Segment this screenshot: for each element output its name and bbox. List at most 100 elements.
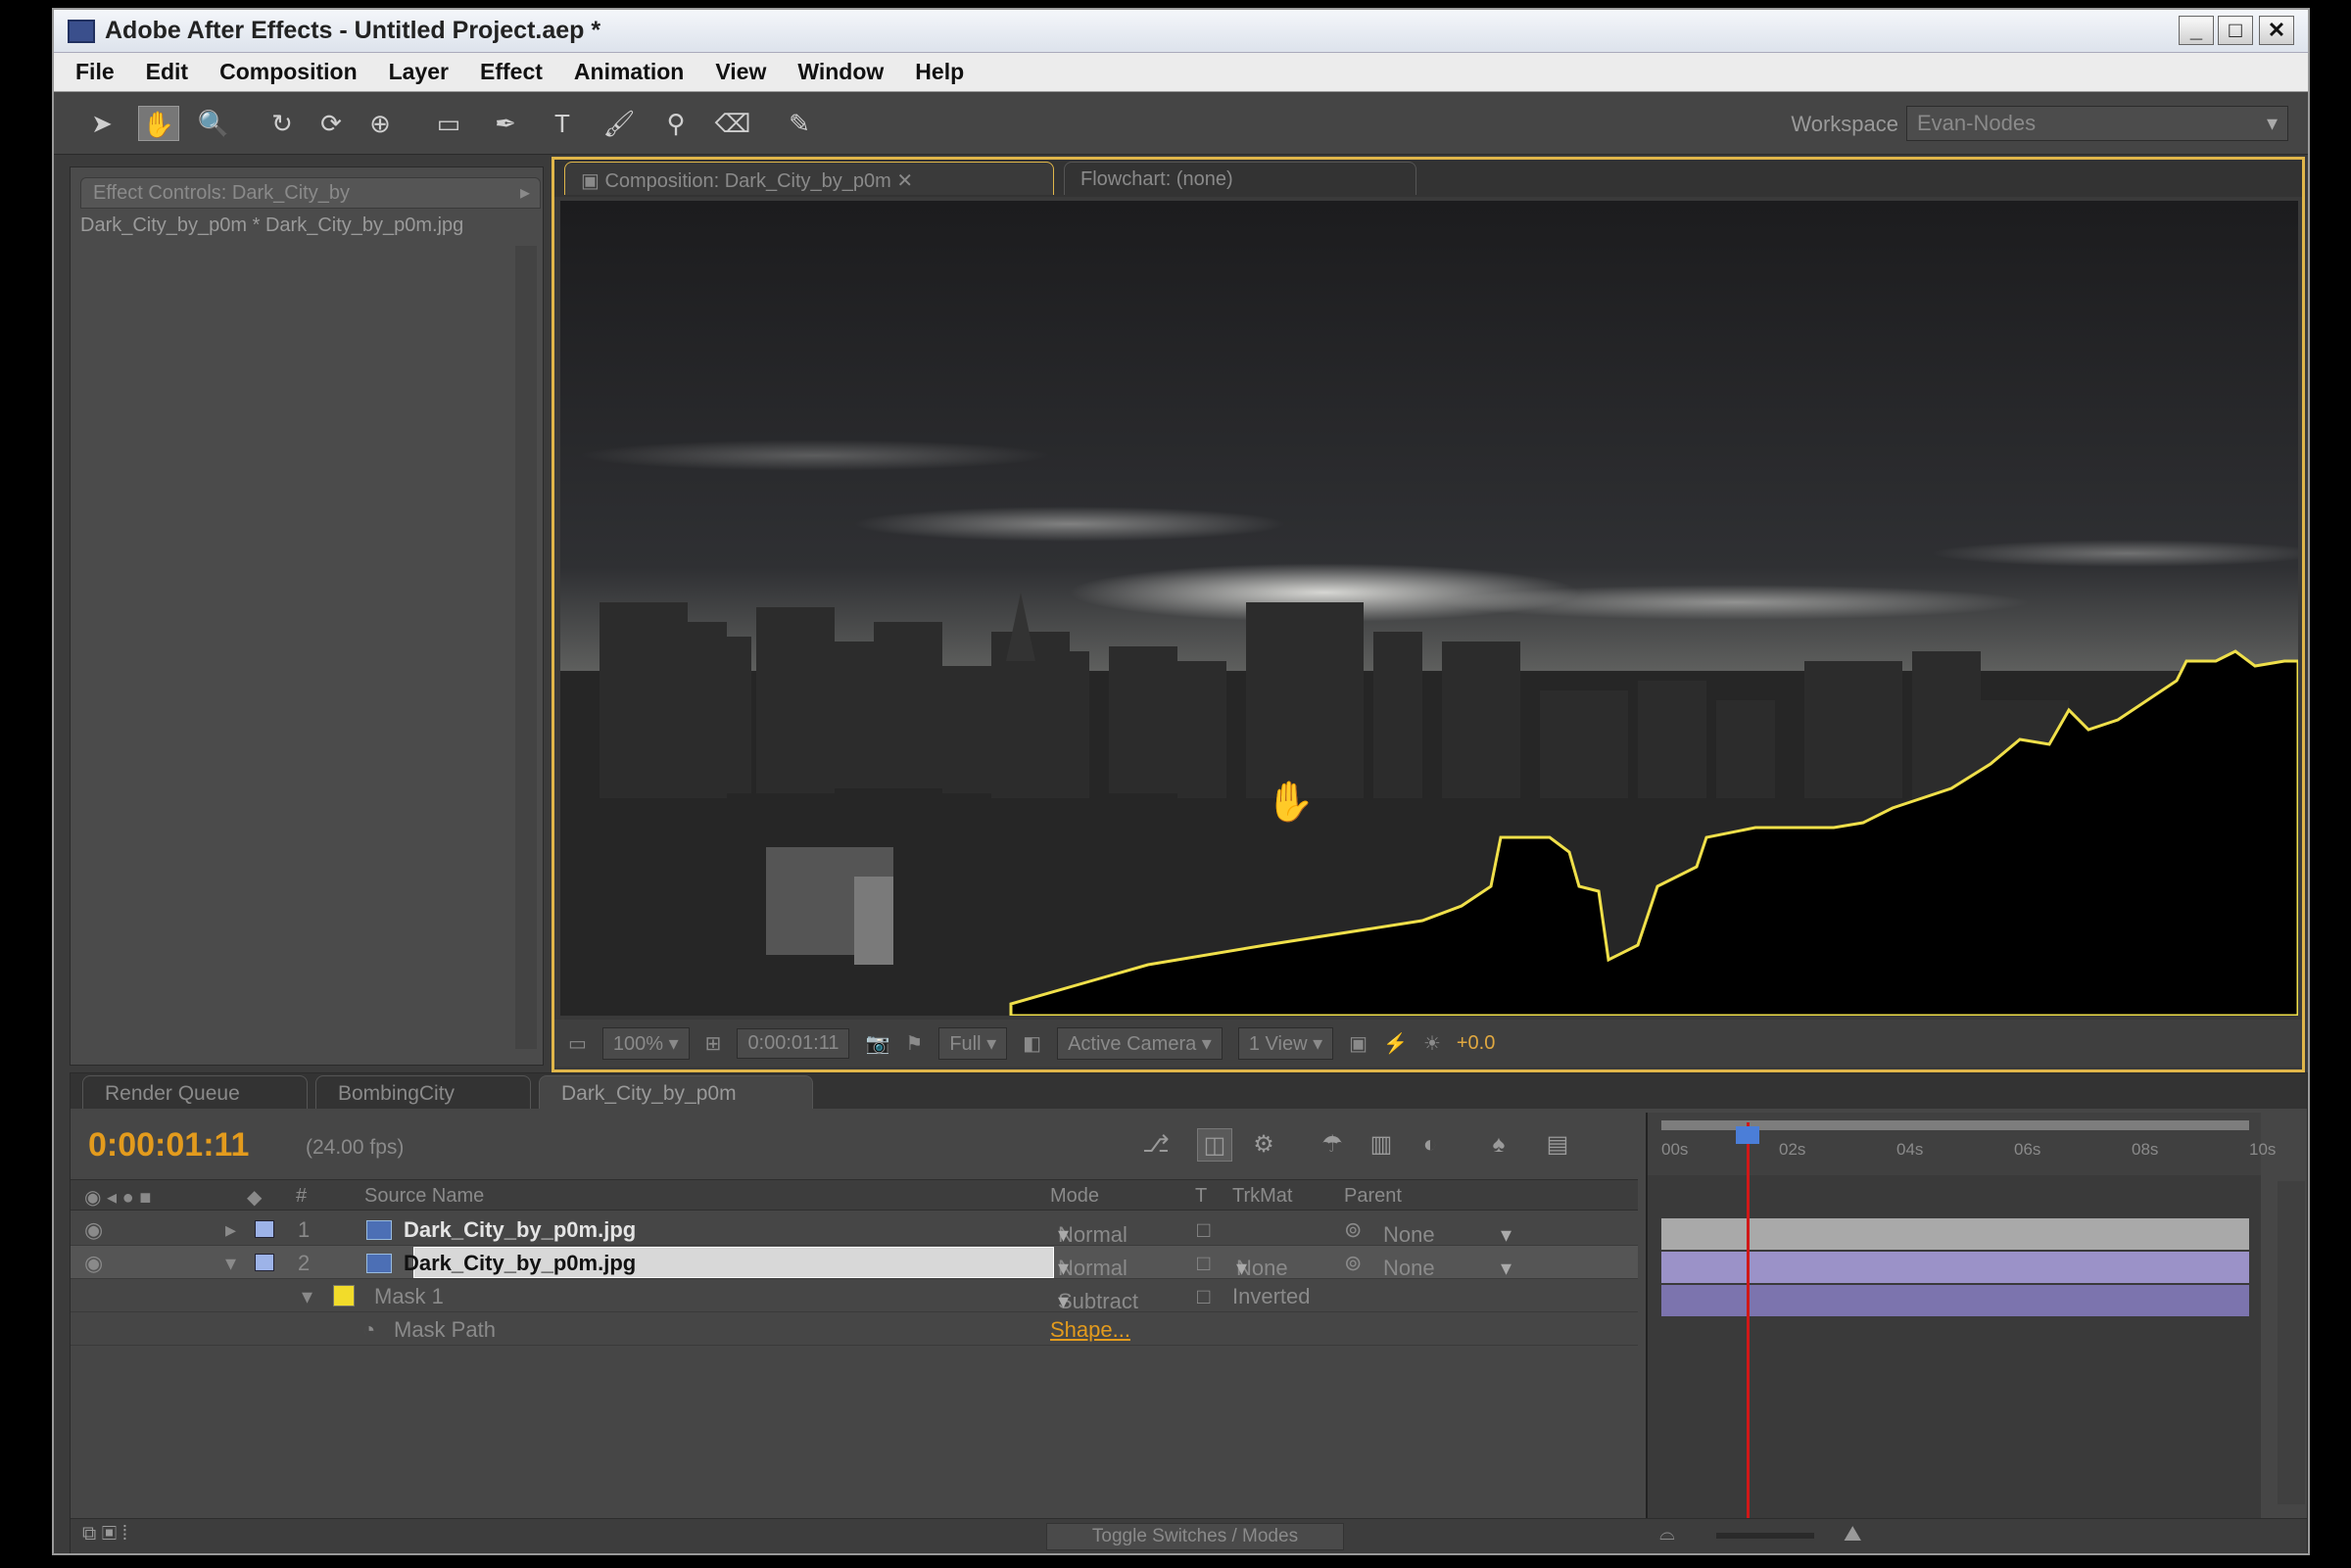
snapshot-icon[interactable]: 📷 [865,1031,889,1056]
rotation-tool-icon[interactable]: ↻ [262,106,303,141]
graph-editor-icon[interactable]: ▤ [1540,1128,1575,1162]
always-preview-icon[interactable]: ▭ [568,1031,587,1056]
menu-view[interactable]: View [715,59,766,85]
motion-blur-icon[interactable]: ◐ [1413,1128,1448,1162]
viewer-timecode[interactable]: 0:00:01:11 [737,1027,850,1059]
workspace-select[interactable]: Evan-Nodes ▾ [1906,106,2288,141]
camera-select[interactable]: Active Camera ▾ [1057,1026,1223,1060]
layer-1-duration-bar[interactable] [1661,1252,2249,1283]
menu-edit[interactable]: Edit [146,59,188,85]
tab-flowchart[interactable]: Flowchart: (none) [1064,162,1416,195]
tab-render-queue[interactable]: Render Queue [82,1075,308,1109]
minimize-button[interactable]: _ [2179,16,2214,45]
zoom-out-icon[interactable]: ⌓ [1659,1523,1675,1545]
resolution-select[interactable]: Full ▾ [938,1026,1008,1060]
toggle-pixel-aspect-icon[interactable]: ▣ [1349,1031,1367,1056]
preserve-transparency-checkbox[interactable]: □ [1197,1217,1210,1243]
chevron-down-icon: ▾ [2266,111,2278,135]
video-switch-icon[interactable]: ◉ [84,1217,103,1243]
fast-previews-icon[interactable]: ⚡ [1383,1031,1408,1056]
orbit-camera-tool-icon[interactable]: ⟳ [311,106,352,141]
maximize-button[interactable]: □ [2218,16,2253,45]
hand-tool-icon[interactable]: ✋ [138,106,179,141]
expand-layer-icon[interactable]: ▸ [225,1217,236,1243]
chevron-down-icon: ▾ [1501,1256,1512,1280]
pen-tool-icon[interactable]: ✒ [485,106,526,141]
show-channel-icon[interactable]: ⚑ [905,1031,923,1056]
effect-controls-scrollbar[interactable] [515,246,537,1049]
collapse-layer-icon[interactable]: ▾ [225,1251,236,1276]
puppet-pin-tool-icon[interactable]: ✎ [779,106,820,141]
collapse-mask-icon[interactable]: ▾ [302,1284,312,1309]
rectangle-mask-tool-icon[interactable]: ▭ [428,106,469,141]
menu-window[interactable]: Window [797,59,884,85]
menu-composition[interactable]: Composition [219,59,358,85]
mask-inverted-checkbox[interactable]: □ [1197,1284,1210,1309]
zoom-in-icon[interactable]: ⛰ [1844,1521,1861,1546]
brainstorm-icon[interactable]: ♠ [1481,1128,1516,1162]
tab-composition[interactable]: ▣ Composition: Dark_City_by_p0m ✕ [564,162,1054,195]
reset-exposure-icon[interactable]: ☀ [1423,1031,1441,1056]
mask-path-row[interactable]: ◔ Mask Path Shape... [71,1312,1638,1346]
brush-tool-icon[interactable]: 🖌 [599,106,640,141]
mask-name[interactable]: Mask 1 [374,1284,444,1309]
region-of-interest-icon[interactable]: ◧ [1023,1031,1041,1056]
pan-behind-tool-icon[interactable]: ⊕ [360,106,401,141]
time-zoom-slider[interactable] [1716,1533,1814,1539]
zoom-tool-icon[interactable]: 🔍 [193,106,234,141]
menu-file[interactable]: File [75,59,115,85]
image-file-icon [366,1254,392,1273]
layer-name[interactable]: Dark_City_by_p0m.jpg [404,1251,636,1276]
timeline-vertical-scrollbar[interactable] [2278,1181,2305,1504]
menu-layer[interactable]: Layer [389,59,449,85]
effect-controls-tab[interactable]: Effect Controls: Dark_City_by ▸ [80,177,541,209]
layer-label-color[interactable] [255,1220,274,1238]
parent-pickwhip-icon[interactable]: ⊚ [1344,1251,1362,1276]
mask-path-shape-link[interactable]: Shape... [1050,1317,1130,1343]
layer-2-duration-bar[interactable] [1661,1285,2249,1316]
mask-color-swatch[interactable] [333,1285,355,1307]
current-time-display[interactable]: 0:00:01:11 [88,1126,249,1164]
live-update-icon[interactable]: ◫ [1197,1128,1232,1162]
tab-bombingcity[interactable]: BombingCity [315,1075,531,1109]
hide-shy-layers-icon[interactable]: ☂ [1315,1128,1350,1162]
view-layout-select[interactable]: 1 View ▾ [1237,1026,1334,1060]
draft-3d-icon[interactable]: ⚙ [1246,1128,1281,1162]
expand-layer-switches-icon[interactable]: ⧉ ▣ ⁞ [82,1523,127,1545]
tab-dark-city-timeline[interactable]: Dark_City_by_p0m [539,1075,813,1109]
layer-name[interactable]: Dark_City_by_p0m.jpg [404,1217,636,1243]
preserve-transparency-checkbox[interactable]: □ [1197,1251,1210,1276]
toggle-switches-modes-button[interactable]: Toggle Switches / Modes [1046,1523,1344,1550]
clone-stamp-tool-icon[interactable]: ⚲ [655,106,696,141]
parent-pickwhip-icon[interactable]: ⊚ [1344,1217,1362,1243]
safe-margins-icon[interactable]: ⊞ [705,1031,722,1056]
video-switch-icon[interactable]: ◉ [84,1251,103,1276]
time-ruler[interactable]: 00s 02s 04s 06s 08s 10s [1648,1113,2276,1175]
timeline-graph[interactable]: 00s 02s 04s 06s 08s 10s [1646,1113,2276,1544]
eraser-tool-icon[interactable]: ⌫ [712,106,753,141]
playhead-line[interactable] [1746,1122,1750,1539]
menu-effect[interactable]: Effect [480,59,543,85]
mask-mode-value: Subtract [1058,1289,1138,1313]
type-tool-icon[interactable]: T [542,106,583,141]
current-time-indicator[interactable] [1735,1126,1759,1144]
composition-icon: ▣ [581,170,605,192]
menu-help[interactable]: Help [915,59,964,85]
layer-row-2[interactable]: ◉ ▾ 2 Dark_City_by_p0m.jpg Normal ▾ □ No… [71,1246,1638,1280]
layer-label-color[interactable] [255,1254,274,1271]
exposure-value[interactable]: +0.0 [1457,1032,1495,1055]
composition-viewer[interactable]: ✋ [560,201,2298,1016]
layer-row-1[interactable]: ◉ ▸ 1 Dark_City_by_p0m.jpg Normal ▾ □ ⊚ … [71,1212,1638,1247]
menu-animation[interactable]: Animation [574,59,684,85]
mask-row[interactable]: ▾ Mask 1 Subtract ▾ □ Inverted [71,1279,1638,1313]
column-source-name[interactable]: Source Name [364,1185,484,1208]
av-features-icon[interactable]: ◉ ◂ ● ■ [84,1185,151,1210]
close-button[interactable]: ✕ [2259,16,2294,45]
comp-mini-flowchart-icon[interactable]: ⎇ [1138,1128,1174,1162]
selection-tool-icon[interactable]: ➤ [81,106,122,141]
panel-menu-icon[interactable]: ▸ [520,180,530,205]
close-tab-icon[interactable]: ✕ [896,170,913,192]
frame-blending-icon[interactable]: ▥ [1364,1128,1399,1162]
stopwatch-icon[interactable]: ◔ [362,1317,375,1343]
magnification-select[interactable]: 100% ▾ [601,1026,690,1060]
